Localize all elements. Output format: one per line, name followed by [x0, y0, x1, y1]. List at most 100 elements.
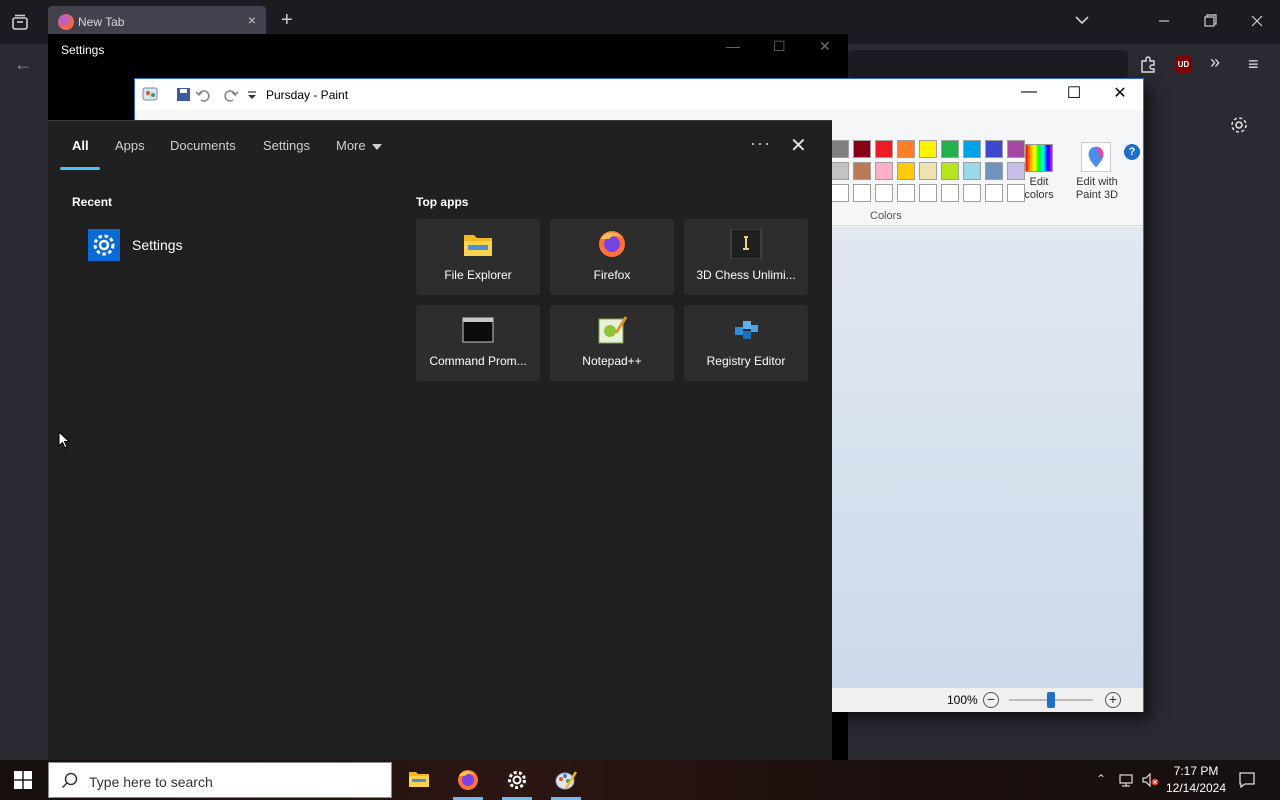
- recent-item-label: Settings: [132, 237, 183, 253]
- top-app-notepadpp[interactable]: Notepad++: [550, 305, 674, 381]
- color-swatch[interactable]: [985, 140, 1003, 158]
- top-app-label: 3D Chess Unlimi...: [696, 268, 796, 282]
- color-swatch[interactable]: [963, 140, 981, 158]
- caret-down-icon: [371, 143, 382, 150]
- taskbar-firefox[interactable]: [445, 760, 491, 800]
- gear-icon[interactable]: [1228, 114, 1250, 136]
- new-tab-button[interactable]: +: [281, 10, 293, 30]
- color-swatch[interactable]: [831, 162, 849, 180]
- volume-muted-icon[interactable]: [1142, 773, 1160, 787]
- color-swatch[interactable]: [853, 184, 871, 202]
- quick-access-toolbar: [142, 87, 256, 102]
- color-swatch[interactable]: [875, 162, 893, 180]
- edit-colors-button[interactable]: Edit colors: [1019, 176, 1059, 202]
- clock-time[interactable]: 7:17 PM: [1162, 764, 1230, 778]
- registry-editor-icon: [735, 321, 758, 339]
- taskbar-search-box[interactable]: Type here to search: [48, 762, 392, 798]
- paint-title-bar: Pursday - Paint — ☐ ✕: [135, 79, 1143, 110]
- color-swatch[interactable]: [853, 140, 871, 158]
- taskbar-file-explorer[interactable]: [396, 760, 442, 800]
- chess-icon: [730, 229, 762, 259]
- windows-search-panel: All Apps Documents Settings More ··· ✕ R…: [48, 120, 832, 760]
- edit-colors-icon[interactable]: [1025, 144, 1053, 172]
- save-icon[interactable]: [177, 88, 190, 101]
- color-swatch[interactable]: [919, 140, 937, 158]
- show-hidden-icons-chevron-icon[interactable]: ⌃: [1096, 772, 1106, 786]
- top-app-file-explorer[interactable]: File Explorer: [416, 219, 540, 295]
- command-prompt-icon: [462, 317, 494, 343]
- close-icon[interactable]: ✕: [790, 133, 807, 158]
- list-all-tabs-icon[interactable]: [10, 12, 30, 32]
- chevron-down-icon[interactable]: [1074, 12, 1090, 28]
- color-swatch[interactable]: [897, 162, 915, 180]
- top-app-command-prompt[interactable]: Command Prom...: [416, 305, 540, 381]
- taskbar-settings[interactable]: [494, 760, 540, 800]
- color-swatch[interactable]: [963, 162, 981, 180]
- close-icon[interactable]: ✕: [819, 38, 831, 55]
- edit-with-paint-3d-button[interactable]: Edit with Paint 3D: [1067, 176, 1127, 202]
- redo-icon[interactable]: [224, 90, 239, 102]
- color-swatch[interactable]: [985, 162, 1003, 180]
- close-icon[interactable]: ✕: [1105, 83, 1135, 103]
- zoom-in-icon[interactable]: +: [1105, 692, 1121, 708]
- customize-qat-icon[interactable]: [248, 91, 256, 99]
- color-swatch[interactable]: [1007, 140, 1025, 158]
- zoom-slider-thumb[interactable]: [1047, 692, 1055, 708]
- color-swatch[interactable]: [875, 140, 893, 158]
- taskbar: Type here to search ⌃ 7:17 PM 12/14/2024: [0, 760, 1280, 800]
- ublock-origin-icon[interactable]: UD: [1175, 56, 1192, 73]
- tab-all[interactable]: All: [72, 138, 89, 153]
- color-swatch[interactable]: [875, 184, 893, 202]
- color-swatch[interactable]: [919, 184, 937, 202]
- taskbar-paint[interactable]: [543, 760, 589, 800]
- color-swatch[interactable]: [941, 184, 959, 202]
- back-arrow-icon[interactable]: ←: [14, 54, 32, 75]
- paint-document-title: Pursday - Paint: [266, 88, 349, 102]
- color-swatch[interactable]: [941, 162, 959, 180]
- notifications-icon[interactable]: [1238, 771, 1256, 789]
- network-icon[interactable]: [1118, 773, 1136, 787]
- tab-settings[interactable]: Settings: [263, 138, 310, 153]
- extensions-icon[interactable]: [1138, 54, 1158, 74]
- top-app-label: Firefox: [593, 268, 631, 282]
- top-app-3d-chess[interactable]: 3D Chess Unlimi...: [684, 219, 808, 295]
- tab-documents[interactable]: Documents: [170, 138, 236, 153]
- windows-start-icon[interactable]: [14, 771, 32, 789]
- color-swatch[interactable]: [897, 140, 915, 158]
- clock-date[interactable]: 12/14/2024: [1162, 781, 1230, 795]
- top-app-firefox[interactable]: Firefox: [550, 219, 674, 295]
- maximize-icon[interactable]: ☐: [1059, 83, 1089, 103]
- zoom-level: 100%: [947, 693, 978, 707]
- maximize-icon[interactable]: ☐: [773, 38, 786, 55]
- color-swatch[interactable]: [941, 140, 959, 158]
- color-swatch[interactable]: [919, 162, 937, 180]
- more-options-icon[interactable]: ···: [750, 133, 771, 154]
- color-swatch[interactable]: [853, 162, 871, 180]
- overflow-chevrons-icon[interactable]: »: [1210, 52, 1220, 73]
- minimize-icon[interactable]: [1152, 10, 1176, 32]
- paint-app-icon: [142, 87, 158, 101]
- paint-3d-icon[interactable]: [1081, 142, 1111, 172]
- zoom-out-icon[interactable]: −: [983, 692, 999, 708]
- minimize-icon[interactable]: —: [726, 38, 740, 54]
- tab-more[interactable]: More: [336, 138, 382, 153]
- color-swatch[interactable]: [963, 184, 981, 202]
- gear-icon: [508, 771, 526, 789]
- help-icon[interactable]: ?: [1124, 144, 1140, 160]
- top-app-registry-editor[interactable]: Registry Editor: [684, 305, 808, 381]
- tab-apps[interactable]: Apps: [115, 138, 145, 153]
- tab-close-icon[interactable]: ×: [248, 12, 256, 28]
- hamburger-menu-icon[interactable]: ≡: [1248, 54, 1259, 75]
- tab-title: New Tab: [78, 15, 125, 29]
- minimize-icon[interactable]: —: [1014, 83, 1044, 101]
- restore-icon[interactable]: [1198, 10, 1222, 32]
- color-swatch[interactable]: [897, 184, 915, 202]
- color-swatch[interactable]: [985, 184, 1003, 202]
- window-title: Settings: [61, 43, 105, 57]
- recent-item-settings[interactable]: Settings: [86, 227, 346, 263]
- color-swatch[interactable]: [831, 140, 849, 158]
- close-icon[interactable]: [1245, 10, 1269, 32]
- color-swatch[interactable]: [831, 184, 849, 202]
- undo-icon[interactable]: [195, 90, 210, 102]
- address-bar[interactable]: [848, 50, 1128, 78]
